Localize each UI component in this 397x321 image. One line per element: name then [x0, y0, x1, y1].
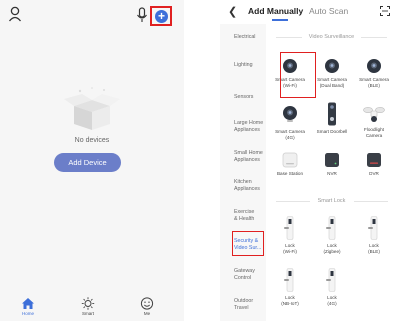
- lock-icon: [284, 268, 294, 292]
- category-sidebar: Electrical Lighting Sensors Large Home A…: [220, 24, 266, 321]
- scan-icon[interactable]: [380, 6, 390, 16]
- add-header: ❮ Add Manually Auto Scan: [220, 0, 397, 24]
- device-floodlight-camera[interactable]: Floodlight Camera: [354, 104, 394, 138]
- device-smart-camera-ble[interactable]: Smart Camera (BLE): [354, 58, 394, 88]
- dvr-icon: [367, 153, 381, 167]
- active-tab-indicator: [272, 19, 288, 21]
- device-smart-camera-4g[interactable]: Smart Camera (4G): [270, 104, 310, 140]
- nav-me[interactable]: Me: [127, 297, 167, 316]
- lock-icon: [326, 268, 336, 292]
- bottom-nav: Home Smart Me: [0, 295, 184, 321]
- device-label: Lock (Zigbee): [323, 243, 341, 254]
- home-top-bar: +: [0, 4, 184, 26]
- nav-home-label: Home: [21, 311, 34, 316]
- device-lock-ble[interactable]: Lock (BLE): [354, 216, 394, 254]
- nvr-icon: [325, 153, 339, 167]
- nav-smart[interactable]: Smart: [68, 297, 108, 316]
- category-exercise-health[interactable]: Exercise & Health: [220, 209, 266, 222]
- floodlight-icon: [363, 107, 385, 122]
- category-lighting[interactable]: Lighting: [220, 62, 266, 69]
- category-sensors[interactable]: Sensors: [220, 94, 266, 101]
- empty-box-illustration: [64, 87, 120, 130]
- add-device-button[interactable]: Add Device: [54, 153, 121, 172]
- base-station-icon: [282, 152, 298, 168]
- device-label: Lock (NB-IoT): [281, 295, 299, 306]
- home-screen: + No devices Add Device Home Smart Me: [0, 0, 184, 321]
- add-device-screen: ❮ Add Manually Auto Scan Electrical Ligh…: [220, 0, 397, 321]
- device-label: Smart Camera (Dual Band): [317, 77, 347, 88]
- add-plus-icon[interactable]: +: [155, 10, 168, 23]
- device-label: Smart Camera (BLE): [359, 77, 389, 88]
- device-label: DVR: [369, 171, 379, 176]
- back-arrow-icon[interactable]: ❮: [228, 5, 237, 18]
- nav-smart-label: Smart: [81, 311, 94, 316]
- device-label: Base Station: [276, 171, 304, 176]
- device-lock-wifi[interactable]: Lock (Wi-Fi): [270, 216, 310, 254]
- tab-add-manually[interactable]: Add Manually: [248, 6, 303, 16]
- category-electrical[interactable]: Electrical: [220, 34, 266, 41]
- device-label: Lock (Wi-Fi): [283, 243, 297, 254]
- user-icon[interactable]: [8, 6, 22, 22]
- device-nvr[interactable]: NVR: [312, 152, 352, 177]
- device-smart-doorbell[interactable]: Smart Doorbell: [312, 102, 352, 135]
- doorbell-icon: [328, 102, 336, 126]
- camera-icon: [325, 59, 339, 73]
- device-label: Lock (BLE): [368, 243, 380, 254]
- device-lock-zigbee[interactable]: Lock (Zigbee): [312, 216, 352, 254]
- lock-icon: [284, 216, 294, 240]
- section-divider: [354, 201, 388, 202]
- camera-icon: [367, 59, 381, 73]
- tab-auto-scan[interactable]: Auto Scan: [309, 6, 348, 16]
- camera-icon: [283, 106, 297, 122]
- smiley-icon: [140, 297, 154, 310]
- category-small-home-appliances[interactable]: Small Home Appliances: [220, 150, 266, 163]
- device-label: NVR: [327, 171, 337, 176]
- device-label: Floodlight Camera: [364, 127, 384, 138]
- device-lock-4g[interactable]: Lock (4G): [312, 268, 352, 306]
- device-lock-nb-iot[interactable]: Lock (NB-IoT): [270, 268, 310, 306]
- no-devices-text: No devices: [74, 137, 110, 144]
- section-divider: [361, 37, 387, 38]
- category-kitchen-appliances[interactable]: Kitchen Appliances: [220, 179, 266, 192]
- category-large-home-appliances[interactable]: Large Home Appliances: [220, 120, 266, 133]
- device-grid: Video Surveillance Smart Camera (Wi-Fi) …: [266, 24, 397, 321]
- device-label: Smart Doorbell: [316, 129, 348, 134]
- add-button-highlight: +: [150, 6, 172, 26]
- microphone-icon[interactable]: [136, 7, 148, 23]
- device-smart-camera-dual-band[interactable]: Smart Camera (Dual Band): [312, 58, 352, 88]
- device-label: Lock (4G): [327, 295, 337, 306]
- device-dvr[interactable]: DVR: [354, 152, 394, 177]
- category-gateway-control[interactable]: Gateway Control: [220, 268, 266, 281]
- lock-icon: [326, 216, 336, 240]
- nav-home[interactable]: Home: [8, 297, 48, 316]
- house-icon: [22, 298, 34, 309]
- device-highlight: [280, 52, 316, 98]
- lock-icon: [368, 216, 378, 240]
- device-label: Smart Camera (4G): [275, 129, 305, 140]
- category-highlight: [232, 231, 264, 256]
- category-outdoor-travel[interactable]: Outdoor Travel: [220, 298, 266, 311]
- nav-me-label: Me: [143, 311, 151, 316]
- sun-icon: [81, 297, 95, 310]
- device-base-station[interactable]: Base Station: [270, 152, 310, 177]
